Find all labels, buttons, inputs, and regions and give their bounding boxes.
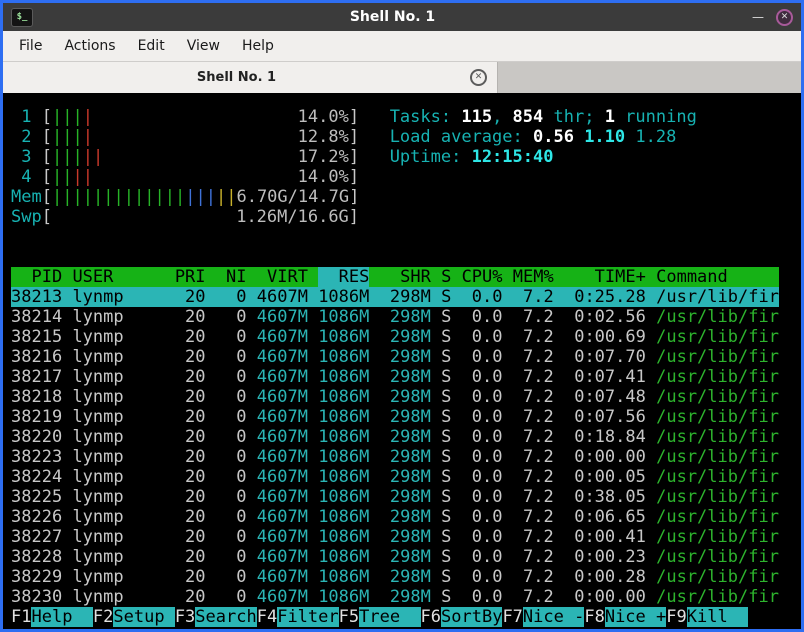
menu-item-file[interactable]: File	[9, 35, 52, 57]
process-row[interactable]: 38226 lynmp 20 0 4607M 1086M 298M S 0.0 …	[11, 507, 779, 527]
fnkey-f6[interactable]: F6SortBy	[421, 607, 503, 627]
process-row[interactable]: 38217 lynmp 20 0 4607M 1086M 298M S 0.0 …	[11, 367, 779, 387]
meter-swp: Swp[ 1.26M/16.6G]	[11, 207, 360, 227]
col-header-ni[interactable]: NI	[216, 267, 246, 287]
menubar: File Actions Edit View Help	[3, 31, 801, 62]
menu-item-view[interactable]: View	[177, 35, 230, 57]
fnkey-f7[interactable]: F7Nice -	[502, 607, 585, 627]
fnkey-f4[interactable]: F4Filter	[257, 607, 339, 627]
process-row[interactable]: 38218 lynmp 20 0 4607M 1086M 298M S 0.0 …	[11, 387, 779, 407]
terminal-screen[interactable]: 1 [|||| 14.0%] 2 [|||| 12.8%] 3 [||||| 1…	[3, 93, 801, 629]
process-row[interactable]: 38229 lynmp 20 0 4607M 1086M 298M S 0.0 …	[11, 567, 779, 587]
tasks-line: Tasks: 115, 854 thr; 1 running	[389, 107, 697, 127]
table-header[interactable]: PID USER PRI NI VIRT RES SHR S CPU% MEM%…	[11, 267, 779, 287]
minimize-button[interactable]: —	[752, 10, 764, 24]
meter-mem: Mem[||||||||||||||||||6.70G/14.7G]	[11, 187, 360, 207]
fnkey-f9[interactable]: F9Kill	[666, 607, 749, 627]
process-row[interactable]: 38215 lynmp 20 0 4607M 1086M 298M S 0.0 …	[11, 327, 779, 347]
close-button[interactable]: ✕	[776, 8, 793, 26]
terminal-app-icon: $_	[11, 7, 33, 27]
menu-item-edit[interactable]: Edit	[128, 35, 175, 57]
col-header-command[interactable]: Command	[656, 267, 779, 287]
menu-item-help[interactable]: Help	[232, 35, 284, 57]
titlebar[interactable]: $_ Shell No. 1 — ✕	[3, 3, 801, 31]
tab-shell[interactable]: Shell No. 1 ✕	[3, 62, 498, 93]
col-header-s[interactable]: S	[441, 267, 451, 287]
process-row[interactable]: 38216 lynmp 20 0 4607M 1086M 298M S 0.0 …	[11, 347, 779, 367]
col-header-pid[interactable]: PID	[11, 267, 62, 287]
load-average-line: Load average: 0.56 1.10 1.28	[389, 127, 677, 147]
fnkey-f2[interactable]: F2Setup	[93, 607, 175, 627]
col-header-mem[interactable]: MEM%	[513, 267, 554, 287]
window-controls: — ✕	[752, 8, 793, 26]
tab-label: Shell No. 1	[196, 70, 277, 85]
fnkey-f1[interactable]: F1Help	[11, 607, 93, 627]
process-row[interactable]: 38224 lynmp 20 0 4607M 1086M 298M S 0.0 …	[11, 467, 779, 487]
col-header-res[interactable]: RES	[318, 267, 370, 287]
process-row-selected[interactable]: 38213 lynmp 20 0 4607M 1086M 298M S 0.0 …	[11, 287, 779, 307]
meter-4: 4 [|||| 14.0%]	[11, 167, 360, 187]
col-header-pri[interactable]: PRI	[175, 267, 206, 287]
fnkey-f8[interactable]: F8Nice +	[584, 607, 667, 627]
col-header-shr[interactable]: SHR	[380, 267, 431, 287]
process-row[interactable]: 38219 lynmp 20 0 4607M 1086M 298M S 0.0 …	[11, 407, 779, 427]
window-title: Shell No. 1	[349, 9, 436, 25]
process-row[interactable]: 38227 lynmp 20 0 4607M 1086M 298M S 0.0 …	[11, 527, 779, 547]
col-header-user[interactable]: USER	[72, 267, 164, 287]
process-row[interactable]: 38230 lynmp 20 0 4607M 1086M 298M S 0.0 …	[11, 587, 779, 607]
process-row[interactable]: 38220 lynmp 20 0 4607M 1086M 298M S 0.0 …	[11, 427, 779, 447]
col-header-virt[interactable]: VIRT	[257, 267, 308, 287]
uptime-line: Uptime: 12:15:40	[389, 147, 554, 167]
htop-function-bar: F1Help F2Setup F3SearchF4FilterF5Tree F6…	[11, 607, 801, 627]
tab-close-icon[interactable]: ✕	[470, 69, 487, 86]
process-row[interactable]: 38225 lynmp 20 0 4607M 1086M 298M S 0.0 …	[11, 487, 779, 507]
process-row[interactable]: 38228 lynmp 20 0 4607M 1086M 298M S 0.0 …	[11, 547, 779, 567]
process-row[interactable]: 38223 lynmp 20 0 4607M 1086M 298M S 0.0 …	[11, 447, 779, 467]
htop-process-table: PID USER PRI NI VIRT RES SHR S CPU% MEM%…	[11, 267, 801, 607]
fnkey-f3[interactable]: F3Search	[175, 607, 257, 627]
tabbar: Shell No. 1 ✕	[3, 62, 801, 93]
menu-item-actions[interactable]: Actions	[54, 35, 125, 57]
col-header-cpu[interactable]: CPU%	[462, 267, 503, 287]
process-row[interactable]: 38214 lynmp 20 0 4607M 1086M 298M S 0.0 …	[11, 307, 779, 327]
terminal-window: $_ Shell No. 1 — ✕ File Actions Edit View He…	[0, 0, 804, 632]
fnkey-f5[interactable]: F5Tree	[339, 607, 421, 627]
htop-stats: Tasks: 115, 854 thr; 1 running Load avera…	[390, 107, 697, 167]
col-header-time[interactable]: TIME+	[564, 267, 646, 287]
